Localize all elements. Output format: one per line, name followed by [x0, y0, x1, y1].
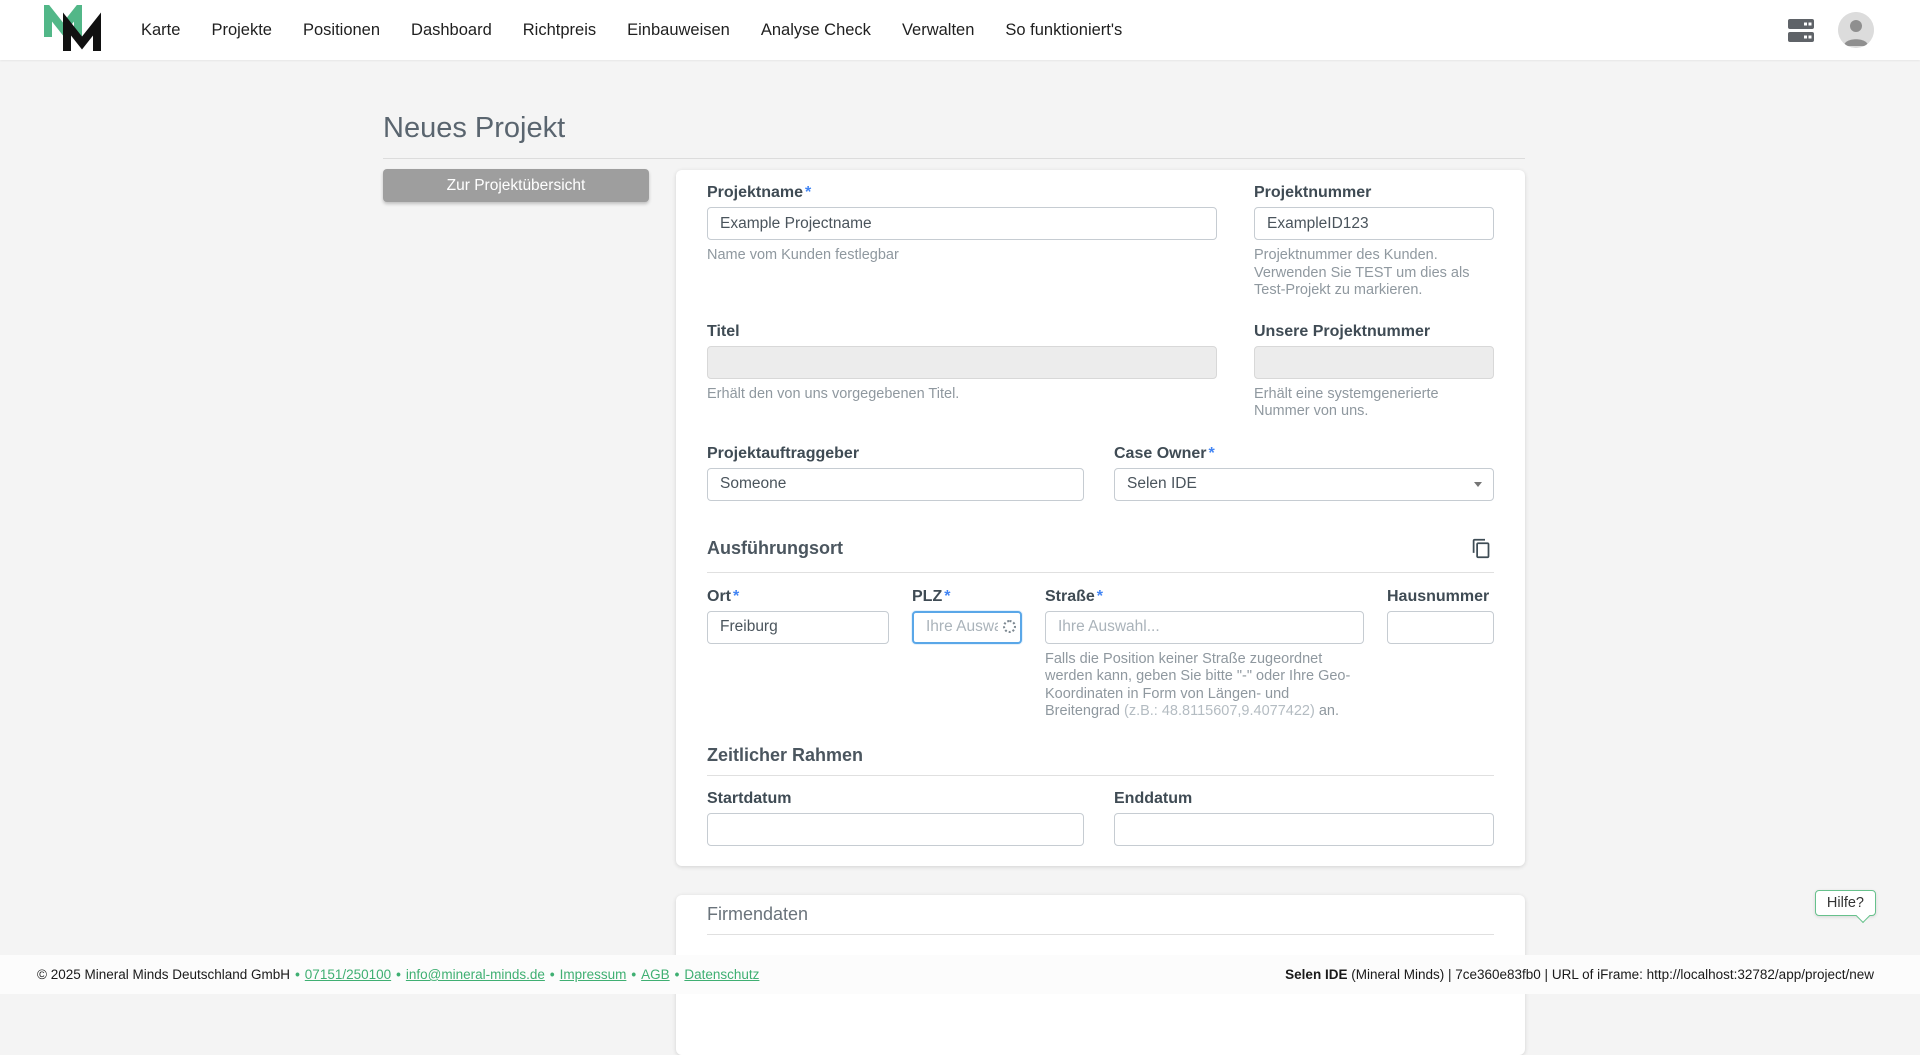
strasse-input[interactable] [1045, 611, 1364, 644]
field-projektauftraggeber: Projektauftraggeber [707, 444, 1084, 501]
session-info: Selen IDE (Mineral Minds) | 7ce360e83fb0… [1285, 967, 1874, 982]
main-nav: Karte Projekte Positionen Dashboard Rich… [141, 21, 1122, 40]
field-enddatum: Enddatum [1114, 789, 1494, 846]
projektname-input[interactable] [707, 207, 1217, 240]
header-actions [1786, 12, 1874, 48]
unsere-projektnummer-input [1254, 346, 1494, 379]
nav-item-verwalten[interactable]: Verwalten [902, 21, 974, 40]
hausnummer-label: Hausnummer [1387, 587, 1494, 606]
footer-link-email[interactable]: info@mineral-minds.de [406, 967, 545, 982]
field-unsere-projektnummer: Unsere Projektnummer Erhält eine systemg… [1254, 322, 1494, 421]
mineral-minds-logo[interactable] [43, 5, 105, 55]
field-ort: Ort* [707, 587, 889, 721]
nav-item-positionen[interactable]: Positionen [303, 21, 380, 40]
case-owner-label: Case Owner* [1114, 444, 1494, 463]
projektnummer-label: Projektnummer [1254, 183, 1494, 202]
strasse-help: Falls die Position keiner Straße zugeord… [1045, 651, 1364, 721]
field-startdatum: Startdatum [707, 789, 1084, 846]
copy-icon[interactable] [1469, 535, 1494, 562]
form-row-titel: Titel Erhält den von uns vorgegebenen Ti… [707, 322, 1494, 421]
titel-help: Erhält den von uns vorgegebenen Titel. [707, 386, 1217, 404]
field-case-owner: Case Owner* Selen IDE [1114, 444, 1494, 501]
case-owner-value: Selen IDE [1127, 475, 1197, 493]
page-footer: © 2025 Mineral Minds Deutschland GmbH • … [0, 955, 1920, 994]
page-header: Neues Projekt [383, 112, 1525, 159]
ort-input[interactable] [707, 611, 889, 644]
startdatum-input[interactable] [707, 813, 1084, 846]
projektauftraggeber-label: Projektauftraggeber [707, 444, 1084, 463]
projektauftraggeber-input[interactable] [707, 468, 1084, 501]
plz-label: PLZ* [912, 587, 1022, 606]
footer-link-impressum[interactable]: Impressum [560, 967, 627, 982]
footer-link-phone[interactable]: 07151/250100 [305, 967, 391, 982]
project-form-card: Projektname* Name vom Kunden festlegbar … [676, 170, 1525, 866]
required-asterisk: * [944, 588, 950, 605]
section-divider [707, 934, 1494, 935]
hilfe-button[interactable]: Hilfe? [1815, 890, 1876, 916]
logo-mm-icon [43, 5, 105, 55]
case-owner-select[interactable]: Selen IDE [1114, 468, 1494, 501]
top-navbar: Karte Projekte Positionen Dashboard Rich… [0, 0, 1920, 60]
chevron-down-icon [1474, 482, 1482, 487]
footer-left: © 2025 Mineral Minds Deutschland GmbH • … [37, 967, 759, 982]
field-plz: PLZ* [912, 587, 1022, 721]
required-asterisk: * [733, 588, 739, 605]
field-titel: Titel Erhält den von uns vorgegebenen Ti… [707, 322, 1217, 421]
page-title: Neues Projekt [383, 112, 1525, 145]
hausnummer-input[interactable] [1387, 611, 1494, 644]
server-status-icon[interactable] [1786, 15, 1816, 45]
session-details: (Mineral Minds) | 7ce360e83fb0 | URL of … [1347, 967, 1874, 982]
nav-item-karte[interactable]: Karte [141, 21, 180, 40]
nav-item-dashboard[interactable]: Dashboard [411, 21, 492, 40]
user-avatar-icon[interactable] [1838, 12, 1874, 48]
projektname-label: Projektname* [707, 183, 1217, 202]
nav-item-analyse-check[interactable]: Analyse Check [761, 21, 871, 40]
section-divider [707, 572, 1494, 573]
zeitlicher-rahmen-heading: Zeitlicher Rahmen [707, 745, 863, 765]
ausfuehrungsort-section-header: Ausführungsort [707, 535, 1494, 562]
projektnummer-input[interactable] [1254, 207, 1494, 240]
required-asterisk: * [1097, 588, 1103, 605]
footer-link-agb[interactable]: AGB [641, 967, 670, 982]
enddatum-label: Enddatum [1114, 789, 1494, 808]
titel-input [707, 346, 1217, 379]
ausfuehrungsort-heading: Ausführungsort [707, 538, 843, 558]
nav-item-so-funktionierts[interactable]: So funktioniert's [1005, 21, 1122, 40]
field-projektnummer: Projektnummer Projektnummer des Kunden. … [1254, 183, 1494, 300]
field-projektname: Projektname* Name vom Kunden festlegbar [707, 183, 1217, 300]
firmendaten-heading: Firmendaten [707, 904, 1494, 924]
footer-link-datenschutz[interactable]: Datenschutz [684, 967, 759, 982]
required-asterisk: * [1208, 445, 1214, 462]
zeitlicher-rahmen-section-header: Zeitlicher Rahmen [707, 745, 1494, 765]
field-strasse: Straße* Falls die Position keiner Straße… [1045, 587, 1364, 721]
projektname-help: Name vom Kunden festlegbar [707, 247, 1217, 265]
form-row-dates: Startdatum Enddatum [707, 789, 1494, 846]
enddatum-input[interactable] [1114, 813, 1494, 846]
copyright-text: © 2025 Mineral Minds Deutschland GmbH [37, 967, 290, 982]
plz-input[interactable] [912, 611, 1022, 644]
required-asterisk: * [805, 184, 811, 201]
nav-item-projekte[interactable]: Projekte [211, 21, 272, 40]
strasse-label: Straße* [1045, 587, 1364, 606]
projektnummer-help: Projektnummer des Kunden. Verwenden Sie … [1254, 247, 1494, 300]
titel-label: Titel [707, 322, 1217, 341]
unsere-projektnummer-label: Unsere Projektnummer [1254, 322, 1494, 341]
nav-item-einbauweisen[interactable]: Einbauweisen [627, 21, 730, 40]
field-hausnummer: Hausnummer [1387, 587, 1494, 721]
startdatum-label: Startdatum [707, 789, 1084, 808]
form-row-name-number: Projektname* Name vom Kunden festlegbar … [707, 183, 1494, 300]
session-user: Selen IDE [1285, 967, 1347, 982]
form-row-auftraggeber-owner: Projektauftraggeber Case Owner* Selen ID… [707, 444, 1494, 501]
nav-item-richtpreis[interactable]: Richtpreis [523, 21, 596, 40]
ort-label: Ort* [707, 587, 889, 606]
zur-projektuebersicht-button[interactable]: Zur Projektübersicht [383, 169, 649, 202]
form-row-location: Ort* PLZ* Straße* Falls die Position kei… [707, 587, 1494, 721]
unsere-projektnummer-help: Erhält eine systemgenerierte Nummer von … [1254, 386, 1494, 421]
section-divider [707, 775, 1494, 776]
